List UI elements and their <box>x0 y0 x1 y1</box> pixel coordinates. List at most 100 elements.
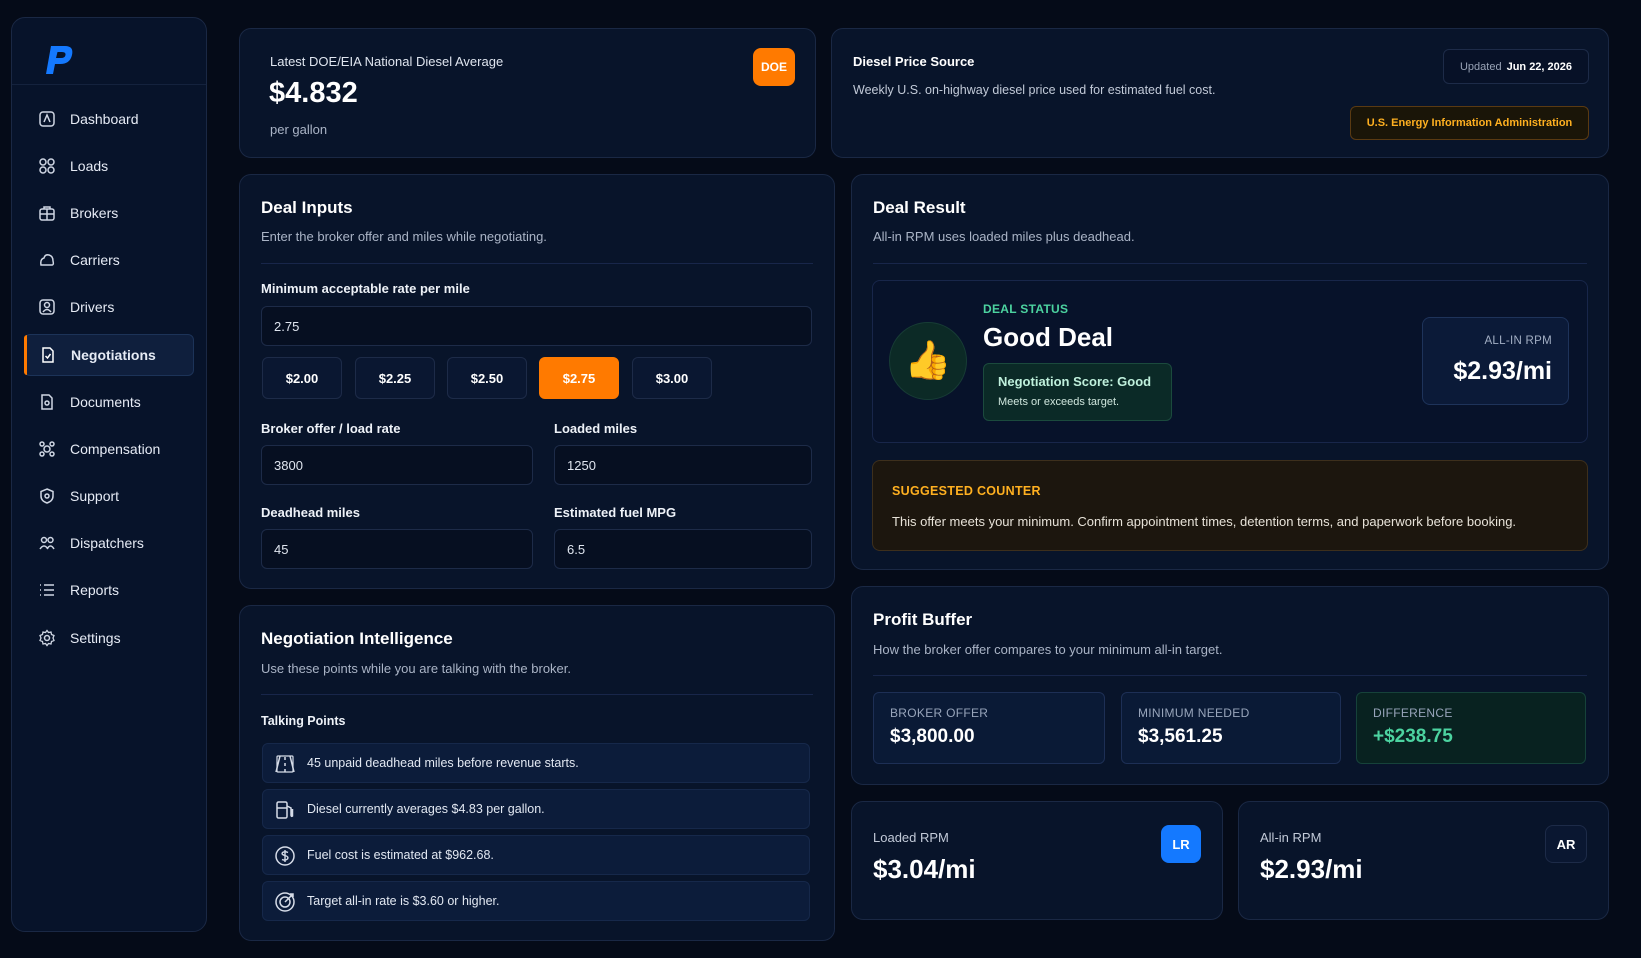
deal-status-label: DEAL STATUS <box>983 302 1069 316</box>
suggested-counter-panel <box>872 460 1588 551</box>
talking-point-item: Fuel cost is estimated at $962.68. <box>262 835 810 875</box>
sidebar-item-compensation[interactable]: Compensation <box>24 428 194 470</box>
broker-offer-input[interactable]: 3800 <box>261 445 533 485</box>
loaded-rpm-value: $3.04/mi <box>873 854 976 884</box>
diesel-source-card: Diesel Price Source Weekly U.S. on-highw… <box>831 28 1609 158</box>
talking-point-text: Fuel cost is estimated at $962.68. <box>307 848 494 862</box>
sidebar-item-label: Support <box>70 488 120 504</box>
compensation-icon <box>38 440 56 458</box>
deadhead-label: Deadhead miles <box>261 505 360 520</box>
min-rate-input[interactable]: 2.75 <box>261 306 812 346</box>
source-title: Diesel Price Source <box>853 54 975 69</box>
min-rate-label: Minimum acceptable rate per mile <box>261 281 470 296</box>
score-title: Negotiation Score: Good <box>998 374 1152 389</box>
sidebar-item-label: Drivers <box>70 299 115 315</box>
loaded-miles-input[interactable]: 1250 <box>554 445 812 485</box>
sidebar-item-dashboard[interactable]: Dashboard <box>24 98 194 140</box>
broker-offer-stat: BROKER OFFER $3,800.00 <box>873 692 1105 764</box>
loaded-miles-label: Loaded miles <box>554 421 638 436</box>
negotiation-score-badge: Negotiation Score: Good Meets or exceeds… <box>983 363 1172 421</box>
sidebar-item-support[interactable]: Support <box>24 475 194 517</box>
sidebar-item-label: Dispatchers <box>70 535 144 551</box>
source-description: Weekly U.S. on-highway diesel price used… <box>853 83 1216 97</box>
sidebar-item-label: Settings <box>70 630 121 646</box>
target-icon <box>275 892 295 912</box>
sidebar-item-carriers[interactable]: Carriers <box>24 239 194 281</box>
stat-value: $3,561.25 <box>1138 726 1223 747</box>
divider <box>261 694 813 695</box>
intel-subtitle: Use these points while you are talking w… <box>261 661 572 676</box>
deal-status-value: Good Deal <box>983 322 1114 352</box>
talking-point-item: Diesel currently averages $4.83 per gall… <box>262 789 810 829</box>
allin-rpm-card: All-in RPM $2.93/mi AR <box>1238 801 1609 920</box>
reports-icon <box>38 581 56 599</box>
documents-icon <box>38 393 56 411</box>
diesel-average-card: Latest DOE/EIA National Diesel Average $… <box>239 28 816 158</box>
loads-icon <box>38 157 56 175</box>
brokers-icon <box>38 204 56 222</box>
sidebar-item-negotiations[interactable]: Negotiations <box>24 334 194 376</box>
drivers-icon <box>38 298 56 316</box>
stat-label: BROKER OFFER <box>890 706 989 720</box>
stat-label: DIFFERENCE <box>1373 706 1453 720</box>
sidebar: Dashboard Loads Brokers Carriers Drivers… <box>11 17 207 932</box>
source-agency-badge: U.S. Energy Information Administration <box>1350 106 1589 140</box>
preset-2-00-button[interactable]: $2.00 <box>262 357 342 399</box>
lr-badge: LR <box>1161 825 1201 863</box>
allin-rpm-card-label: All-in RPM <box>1260 830 1322 845</box>
allin-rpm-box: ALL-IN RPM $2.93/mi <box>1422 317 1569 405</box>
settings-icon <box>38 629 56 647</box>
divider <box>873 675 1587 676</box>
sidebar-item-documents[interactable]: Documents <box>24 381 194 423</box>
preset-3-00-button[interactable]: $3.00 <box>632 357 712 399</box>
updated-pill: Updated Jun 22, 2026 <box>1443 49 1589 84</box>
sidebar-item-label: Dashboard <box>70 111 139 127</box>
deal-result-subtitle: All-in RPM uses loaded miles plus deadhe… <box>873 229 1135 244</box>
divider <box>873 263 1587 264</box>
sidebar-item-reports[interactable]: Reports <box>24 569 194 611</box>
talking-point-text: 45 unpaid deadhead miles before revenue … <box>307 756 579 770</box>
sidebar-item-label: Documents <box>70 394 141 410</box>
diesel-price: $4.832 <box>269 77 358 109</box>
carriers-icon <box>38 251 56 269</box>
talking-point-item: 45 unpaid deadhead miles before revenue … <box>262 743 810 783</box>
ar-badge: AR <box>1545 825 1587 863</box>
deal-inputs-title: Deal Inputs <box>261 198 353 217</box>
deadhead-input[interactable]: 45 <box>261 529 533 569</box>
sidebar-item-brokers[interactable]: Brokers <box>24 192 194 234</box>
stat-value: +$238.75 <box>1373 726 1453 747</box>
fuel-pump-icon <box>276 801 294 819</box>
deal-result-title: Deal Result <box>873 198 966 217</box>
talking-point-text: Diesel currently averages $4.83 per gall… <box>307 802 545 816</box>
preset-2-25-button[interactable]: $2.25 <box>355 357 435 399</box>
suggested-counter-text: This offer meets your minimum. Confirm a… <box>892 514 1517 529</box>
sidebar-item-label: Brokers <box>70 205 119 221</box>
sidebar-item-dispatchers[interactable]: Dispatchers <box>24 522 194 564</box>
brand-logo-icon[interactable] <box>38 40 78 80</box>
support-icon <box>38 487 56 505</box>
mpg-input[interactable]: 6.5 <box>554 529 812 569</box>
logo-divider <box>12 84 206 85</box>
difference-stat: DIFFERENCE +$238.75 <box>1356 692 1586 764</box>
preset-2-75-button[interactable]: $2.75 <box>539 357 619 399</box>
diesel-unit: per gallon <box>270 122 328 137</box>
dispatchers-icon <box>38 534 56 552</box>
updated-date: Jun 22, 2026 <box>1506 60 1573 73</box>
updated-label: Updated <box>1459 60 1502 73</box>
preset-2-50-button[interactable]: $2.50 <box>447 357 527 399</box>
loaded-rpm-card: Loaded RPM $3.04/mi LR <box>851 801 1223 920</box>
mpg-label: Estimated fuel MPG <box>554 505 677 520</box>
suggested-counter-title: SUGGESTED COUNTER <box>892 484 1041 498</box>
score-subtitle: Meets or exceeds target. <box>998 396 1120 408</box>
sidebar-item-label: Carriers <box>70 252 120 268</box>
sidebar-item-settings[interactable]: Settings <box>24 617 194 659</box>
sidebar-item-label: Negotiations <box>71 347 156 363</box>
talking-point-text: Target all-in rate is $3.60 or higher. <box>307 894 500 908</box>
broker-offer-label: Broker offer / load rate <box>261 421 401 436</box>
allin-rpm-value: $2.93/mi <box>1453 357 1552 385</box>
sidebar-item-drivers[interactable]: Drivers <box>24 286 194 328</box>
sidebar-item-loads[interactable]: Loads <box>24 145 194 187</box>
road-icon <box>275 755 295 773</box>
sidebar-item-label: Reports <box>70 582 120 598</box>
dashboard-icon <box>38 110 56 128</box>
